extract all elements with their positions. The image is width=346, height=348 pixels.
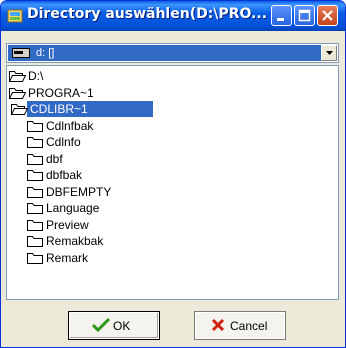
checkmark-icon [92, 318, 110, 332]
tree-item-label: Remark [46, 250, 89, 265]
tree-item-label: Cdlnfbak [46, 118, 94, 133]
folder-icon [27, 203, 43, 214]
folder-icon [27, 153, 43, 165]
drive-select[interactable]: d: [] [6, 43, 339, 63]
tree-item[interactable]: dbf [27, 151, 327, 167]
tree-item[interactable]: Cdlnfo [27, 134, 327, 150]
tree-item-label: D:\ [28, 69, 44, 83]
maximize-button[interactable] [294, 5, 315, 26]
drive-label: d: [] [36, 47, 55, 59]
tree-item-label: PROGRA~1 [28, 85, 94, 100]
drive-dropdown-button[interactable] [321, 45, 337, 61]
maximize-icon [298, 9, 311, 22]
tree-item-label: Preview [46, 217, 89, 232]
app-icon [7, 9, 23, 23]
tree-item[interactable]: CDLIBR~1 [11, 101, 311, 117]
window-title: Directory auswählen(D:\PRO... [27, 6, 268, 22]
tree-item-label: dbf [46, 151, 63, 166]
tree-item[interactable]: dbfbak [27, 167, 327, 183]
minimize-icon [277, 18, 284, 21]
tree-item-label: dbfbak [46, 168, 83, 182]
folder-icon [27, 186, 43, 198]
folder-open-icon [9, 71, 26, 82]
tree-item-label: DBFEMPTY [46, 184, 112, 199]
drive-icon [12, 48, 30, 58]
directory-tree[interactable]: D:\ PROGRA~1 CDLIBR~1 Cdlnfbak Cdlnfo dbf dbfb… [6, 65, 339, 300]
tree-item-label: CDLIBR~1 [30, 102, 88, 116]
tree-item[interactable]: Preview [27, 217, 327, 233]
folder-icon [27, 252, 43, 264]
folder-open-icon [9, 87, 26, 99]
tree-item[interactable]: DBFEMPTY [27, 184, 327, 200]
cancel-button[interactable]: Cancel [194, 311, 286, 340]
tree-item-label: Cdlnfo [46, 135, 81, 149]
cross-icon [211, 318, 225, 332]
close-button[interactable] [317, 5, 338, 26]
folder-icon [27, 120, 43, 132]
folder-icon [27, 236, 43, 247]
tree-item[interactable]: Language [27, 200, 327, 216]
folder-icon [27, 170, 43, 181]
ok-button[interactable]: OK [68, 311, 160, 340]
folder-icon [27, 219, 43, 231]
cancel-button-label: Cancel [230, 319, 268, 333]
tree-item[interactable]: Cdlnfbak [27, 118, 327, 134]
ok-button-label: OK [113, 319, 131, 333]
tree-item-label: Language [46, 201, 100, 215]
drive-select-highlight: d: [] [8, 45, 322, 61]
folder-open-icon [11, 104, 28, 115]
tree-item-label: Remakbak [46, 234, 104, 248]
tree-item[interactable]: D:\ [9, 68, 309, 84]
minimize-button[interactable] [271, 5, 292, 26]
tree-item[interactable]: Remark [27, 250, 327, 266]
tree-item[interactable]: PROGRA~1 [9, 85, 309, 101]
title-bar[interactable]: Directory auswählen(D:\PRO... [1, 1, 345, 31]
tree-item[interactable]: Remakbak [27, 233, 327, 249]
directory-dialog: Directory auswählen(D:\PRO... d: [] D:\ P… [0, 0, 346, 348]
folder-icon [27, 137, 43, 148]
chevron-down-icon [326, 51, 333, 55]
close-icon [322, 10, 333, 21]
